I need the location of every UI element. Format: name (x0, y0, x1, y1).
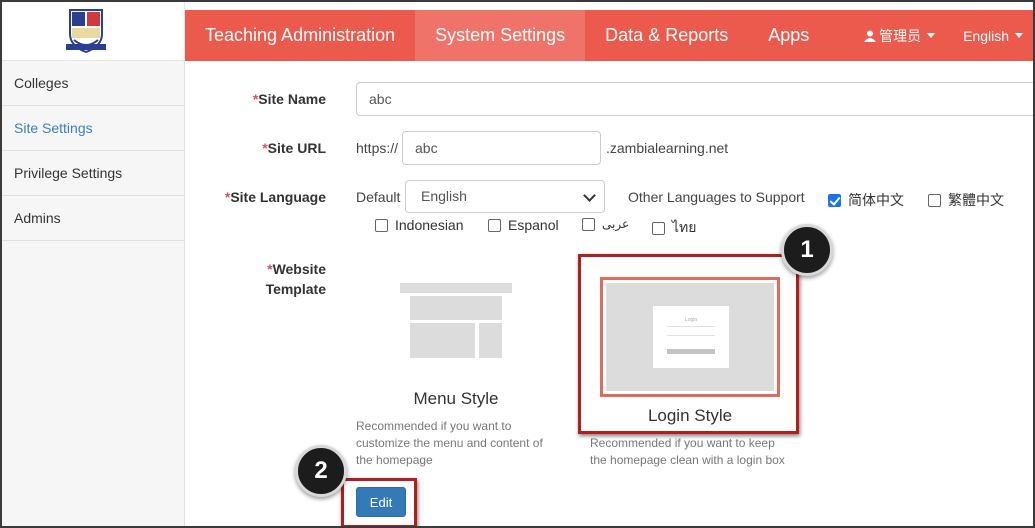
site-language-label: *Site Language (224, 189, 326, 205)
logo-area (2, 2, 185, 61)
top-navbar: Teaching Administration System Settings … (185, 10, 1033, 61)
language-checkbox-indonesian[interactable]: Indonesian (375, 217, 464, 233)
language-checkbox-traditional-chinese[interactable]: 繁體中文 (928, 190, 1004, 210)
checkbox-icon[interactable] (488, 218, 501, 232)
user-menu[interactable]: 管理员 (850, 26, 949, 46)
language-checkbox-espanol[interactable]: Espanol (488, 217, 559, 233)
sidebar-item-colleges[interactable]: Colleges (2, 61, 184, 106)
nav-system-settings[interactable]: System Settings (415, 10, 586, 61)
menu-style-preview-banner (410, 296, 502, 320)
chevron-down-icon (927, 33, 936, 38)
site-url-suffix: .zambialearning.net (606, 140, 729, 156)
language-menu-label: English (963, 27, 1009, 44)
default-language-value: English (421, 188, 467, 204)
user-menu-label: 管理员 (879, 27, 922, 44)
site-name-label: *Site Name (252, 91, 326, 107)
login-style-description: Recommended if you want to keep the home… (590, 436, 785, 467)
site-url-prefix: https:// (356, 140, 399, 156)
sidebar-item-admins[interactable]: Admins (2, 196, 184, 241)
language-checkbox-simplified-chinese[interactable]: 简体中文 (828, 190, 904, 210)
site-name-input[interactable]: abc (356, 82, 1033, 116)
menu-style-preview-sidebar (479, 323, 502, 358)
app-window: Teaching Administration System Settings … (0, 0, 1035, 528)
default-language-select[interactable]: English (405, 180, 605, 213)
nav-apps[interactable]: Apps (748, 10, 829, 61)
step-1-badge: 1 (781, 224, 833, 276)
checkbox-icon[interactable] (928, 193, 941, 207)
nav-data-reports[interactable]: Data & Reports (585, 10, 748, 61)
language-checkbox-thai[interactable]: ไทย (652, 217, 696, 239)
checkbox-icon[interactable] (652, 221, 665, 235)
site-url-label: *Site URL (262, 140, 326, 156)
login-style-annotation-highlight (578, 254, 799, 434)
checkbox-checked-icon[interactable] (828, 193, 841, 207)
site-url-input[interactable]: abc (402, 131, 601, 165)
sidebar-item-privilege-settings[interactable]: Privilege Settings (2, 151, 184, 196)
site-settings-form: *Site Name abc *Site URL https:// abc .z… (186, 61, 1033, 526)
user-icon (864, 30, 877, 42)
college-crest-logo[interactable] (66, 8, 106, 54)
menu-style-description: Recommended if you want to customize the… (356, 419, 543, 467)
other-languages-label: Other Languages to Support (628, 189, 805, 205)
chevron-down-icon (1015, 33, 1023, 38)
nav-teaching-administration[interactable]: Teaching Administration (185, 10, 415, 61)
menu-style-title: Menu Style (413, 389, 499, 408)
default-language-label: Default (356, 189, 401, 205)
sidebar: Colleges Site Settings Privilege Setting… (2, 61, 185, 526)
website-template-label: *Website Template (265, 261, 326, 297)
checkbox-icon[interactable] (375, 218, 388, 232)
edit-button[interactable]: Edit (356, 487, 406, 517)
chevron-down-icon (583, 189, 596, 202)
menu-style-preview-content (410, 323, 475, 358)
language-checkbox-arabic[interactable]: عربى (582, 217, 629, 231)
checkbox-icon[interactable] (582, 217, 595, 231)
step-2-badge: 2 (295, 445, 347, 497)
language-menu[interactable]: English (949, 27, 1033, 44)
menu-style-preview-header (400, 283, 512, 293)
sidebar-item-site-settings[interactable]: Site Settings (2, 106, 184, 151)
